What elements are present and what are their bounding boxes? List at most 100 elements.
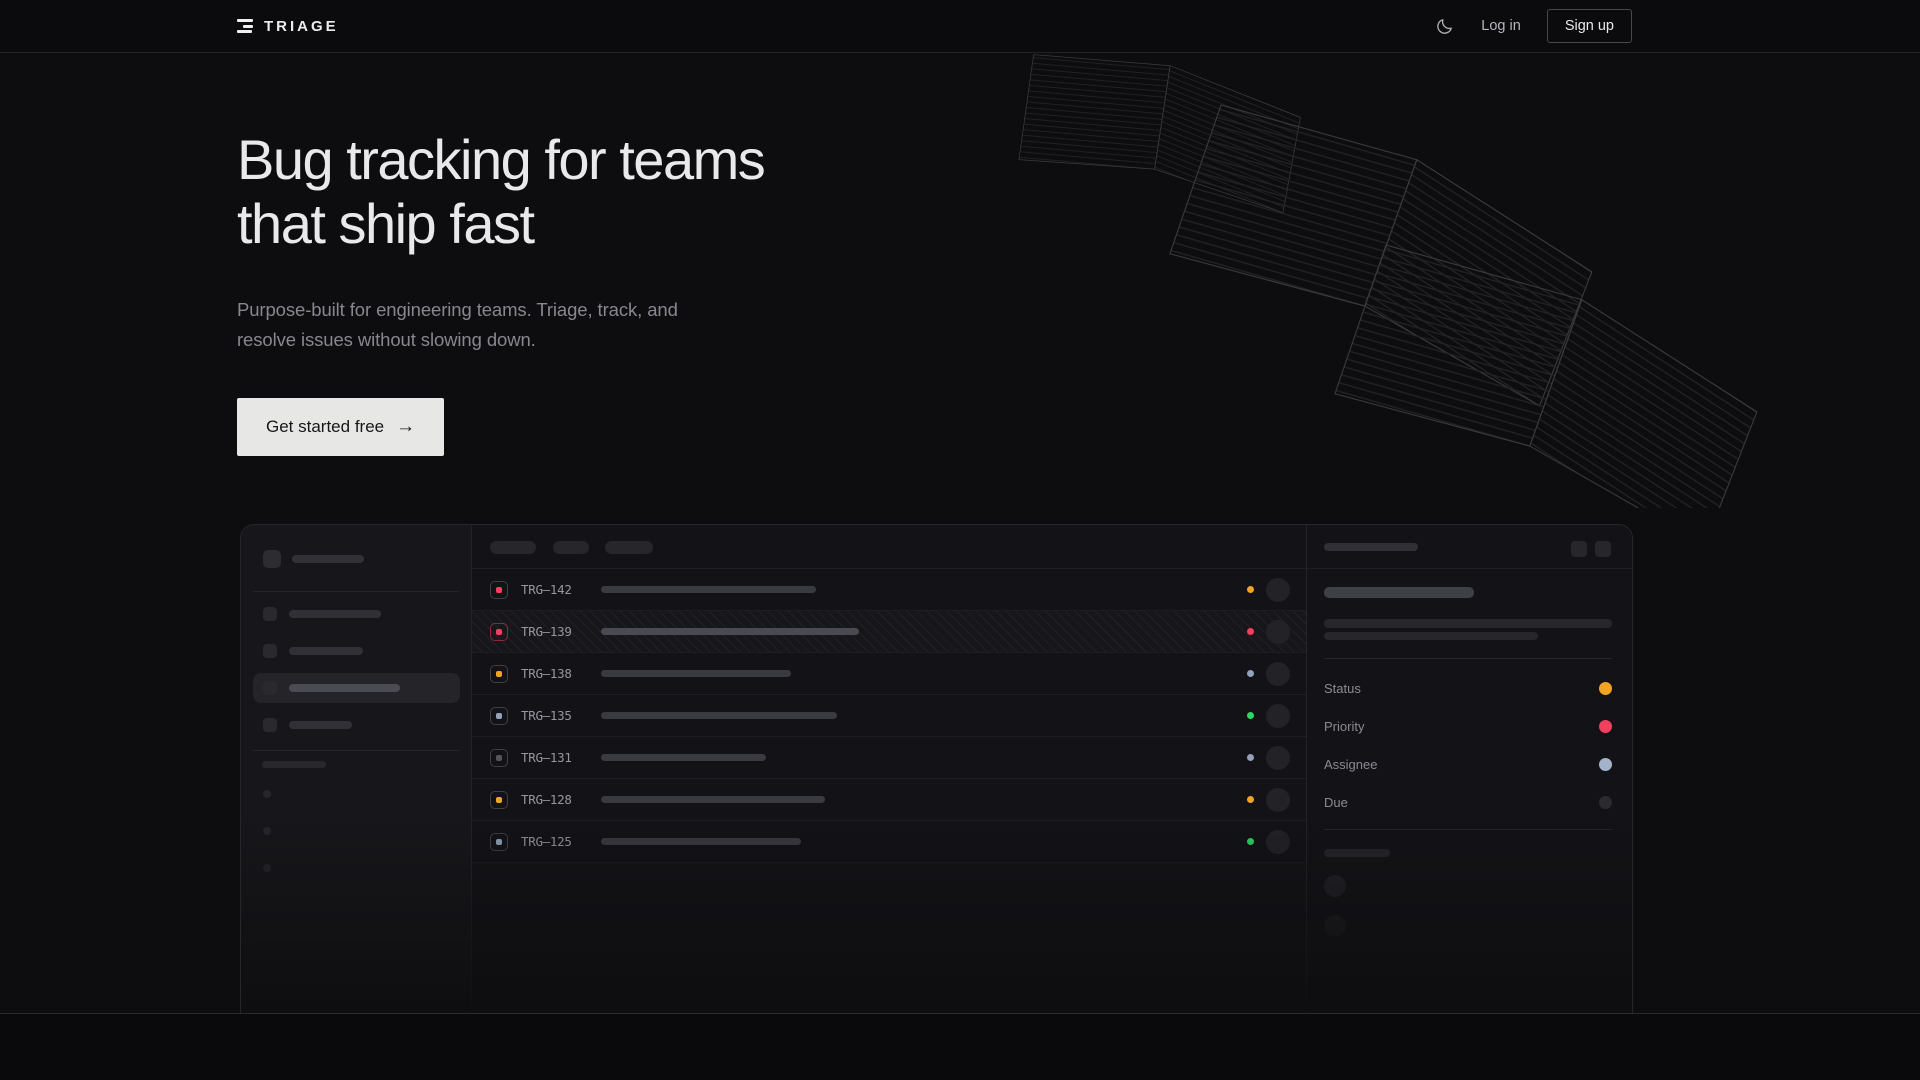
moon-icon [1435, 17, 1454, 36]
issue-row[interactable]: TRG–135 [472, 695, 1306, 737]
detail-title-skeleton [1324, 587, 1474, 598]
issue-id: TRG–142 [521, 582, 583, 597]
brand-name: TRIAGE [264, 18, 339, 35]
issue-title-skeleton [601, 628, 859, 635]
issue-title-skeleton [601, 712, 837, 719]
assignee-avatar [1266, 830, 1290, 854]
property-value-dot [1599, 720, 1612, 733]
property-label: Assignee [1324, 757, 1377, 772]
detail-breadcrumb-skeleton [1324, 543, 1418, 551]
property-value-dot [1599, 758, 1612, 771]
signup-button[interactable]: Sign up [1547, 9, 1632, 43]
nav-item-label-skeleton [289, 684, 400, 692]
nav-item-icon [263, 607, 277, 621]
sidebar-nav-item-1[interactable] [253, 599, 460, 629]
comment-avatar-skeleton [1324, 875, 1346, 897]
sidebar-nav-item-3-active[interactable] [253, 673, 460, 703]
get-started-button[interactable]: Get started free → [237, 398, 444, 456]
status-dot [1247, 754, 1254, 761]
filter-tab-skeleton[interactable] [605, 541, 653, 554]
issue-type-icon [490, 707, 508, 725]
workspace-name-skeleton [292, 555, 364, 563]
detail-section-label-skeleton [1324, 849, 1390, 857]
detail-header [1307, 525, 1632, 569]
property-value-dot [1599, 796, 1612, 809]
sidebar-divider [253, 591, 459, 592]
list-header [472, 525, 1306, 569]
hero-title: Bug tracking for teams that ship fast [237, 128, 937, 256]
login-link[interactable]: Log in [1481, 18, 1521, 34]
brand-logo[interactable]: TRIAGE [237, 18, 339, 35]
nav-item-label-skeleton [289, 610, 381, 618]
mockup-detail-panel: Status Priority Assignee Due [1307, 525, 1632, 1013]
issue-row[interactable]: TRG–125 [472, 821, 1306, 863]
assignee-avatar [1266, 620, 1290, 644]
status-dot [1247, 628, 1254, 635]
issue-row[interactable]: TRG–128 [472, 779, 1306, 821]
issue-title-skeleton [601, 796, 825, 803]
property-value-dot [1599, 682, 1612, 695]
sidebar-dot [263, 827, 271, 835]
sidebar-divider [253, 750, 459, 751]
arrow-right-icon: → [396, 416, 415, 438]
issue-type-icon [490, 833, 508, 851]
issue-title-skeleton [601, 586, 816, 593]
issue-list: TRG–142 TRG–139 TRG–138 TRG–135 TRG–131 [472, 569, 1306, 863]
status-dot [1247, 712, 1254, 719]
issue-id: TRG–138 [521, 666, 583, 681]
assignee-avatar [1266, 662, 1290, 686]
nav-item-label-skeleton [289, 647, 363, 655]
property-label: Due [1324, 795, 1348, 810]
property-row[interactable]: Assignee [1324, 745, 1612, 783]
issue-row[interactable]: TRG–142 [472, 569, 1306, 611]
filter-tab-skeleton[interactable] [490, 541, 536, 554]
issue-title-skeleton [601, 670, 791, 677]
mockup-issue-list-panel: TRG–142 TRG–139 TRG–138 TRG–135 TRG–131 [472, 525, 1307, 1013]
nav-item-icon [263, 718, 277, 732]
issue-type-icon [490, 791, 508, 809]
sidebar-nav-item-2[interactable] [253, 636, 460, 666]
mockup-sidebar [241, 525, 472, 1013]
issue-type-icon [490, 749, 508, 767]
page: TRIAGE Log in Sign up Bug tracking for t… [0, 0, 1920, 1080]
property-label: Status [1324, 681, 1361, 696]
detail-divider [1324, 829, 1612, 830]
sidebar-dot [263, 864, 271, 872]
issue-id: TRG–128 [521, 792, 583, 807]
detail-description-skeleton [1324, 619, 1612, 628]
filter-tab-skeleton[interactable] [553, 541, 589, 554]
sidebar-nav-item-4[interactable] [253, 710, 460, 740]
issue-id: TRG–139 [521, 624, 583, 639]
hero-wireframe-decoration [970, 53, 1780, 508]
footer-section [0, 1013, 1920, 1080]
detail-divider [1324, 658, 1612, 659]
assignee-avatar [1266, 704, 1290, 728]
issue-row[interactable]: TRG–138 [472, 653, 1306, 695]
property-row[interactable]: Due [1324, 783, 1612, 821]
detail-action-button[interactable] [1595, 541, 1611, 557]
top-navbar: TRIAGE Log in Sign up [0, 0, 1920, 53]
issue-row[interactable]: TRG–139 [472, 611, 1306, 653]
property-row[interactable]: Status [1324, 669, 1612, 707]
nav-item-icon [263, 681, 277, 695]
sidebar-section-label-skeleton [262, 761, 326, 768]
workspace-switcher[interactable] [263, 550, 364, 568]
property-label: Priority [1324, 719, 1364, 734]
assignee-avatar [1266, 788, 1290, 812]
assignee-avatar [1266, 746, 1290, 770]
app-mockup: TRG–142 TRG–139 TRG–138 TRG–135 TRG–131 [240, 524, 1633, 1013]
status-dot [1247, 838, 1254, 845]
comment-avatar-skeleton [1324, 915, 1346, 937]
issue-type-icon [490, 665, 508, 683]
property-row[interactable]: Priority [1324, 707, 1612, 745]
issue-row[interactable]: TRG–131 [472, 737, 1306, 779]
assignee-avatar [1266, 578, 1290, 602]
theme-toggle-button[interactable] [1433, 15, 1455, 37]
issue-id: TRG–135 [521, 708, 583, 723]
issue-id: TRG–131 [521, 750, 583, 765]
status-dot [1247, 796, 1254, 803]
detail-action-button[interactable] [1571, 541, 1587, 557]
detail-description-skeleton [1324, 632, 1538, 640]
triage-logo-icon [237, 19, 253, 33]
status-dot [1247, 586, 1254, 593]
